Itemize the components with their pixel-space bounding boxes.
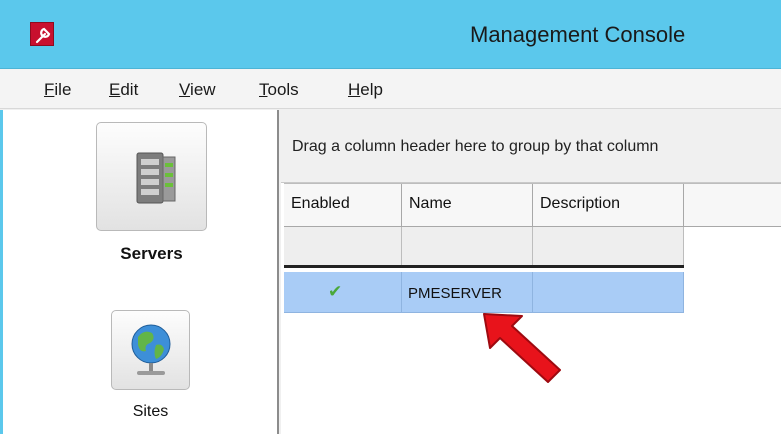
menu-file-accel: F [44,80,55,99]
grid-filter-row[interactable] [284,227,684,268]
menu-bar: File Edit View Tools Help [0,69,781,109]
server-name-cell[interactable]: PMESERVER [402,272,533,312]
window-title: Management Console [470,22,686,47]
group-by-hint: Drag a column header here to group by th… [292,138,659,155]
column-header-name[interactable]: Name [402,184,533,227]
group-by-panel[interactable]: Drag a column header here to group by th… [281,110,781,183]
menu-edit-label: dit [120,80,139,99]
server-icon [136,152,176,204]
menu-edit-accel: E [109,80,121,99]
menu-view[interactable]: View [178,80,217,100]
grid-header-row: Enabled Name Description [284,183,781,227]
column-header-description[interactable]: Description [533,184,684,227]
menu-edit[interactable]: Edit [108,80,139,100]
annotation-arrow-icon [483,313,561,383]
sidebar-item-sites[interactable] [111,310,190,390]
filter-cell-description[interactable] [533,227,684,265]
menu-help-label: elp [360,80,383,99]
menu-tools-label: ools [267,80,299,99]
globe-icon [131,324,171,375]
sidebar-label-sites: Sites [132,403,169,420]
menu-help[interactable]: Help [347,80,384,100]
menu-view-label: iew [190,80,216,99]
filter-cell-name[interactable] [402,227,533,265]
wrench-icon[interactable] [30,22,54,46]
menu-tools[interactable]: Tools [258,80,300,100]
navigation-sidebar: Servers Sites [0,110,279,434]
sidebar-item-servers[interactable] [96,122,207,231]
title-bar: Management Console [0,0,781,69]
menu-help-accel: H [348,80,361,99]
sidebar-label-servers: Servers [120,244,183,263]
menu-view-accel: V [179,80,191,99]
column-header-enabled[interactable]: Enabled [284,184,402,227]
checkmark-icon[interactable]: ✔ [284,272,402,312]
main-content: Drag a column header here to group by th… [281,110,781,434]
server-description-cell[interactable] [533,272,684,312]
menu-file-label: ile [54,80,72,99]
menu-file[interactable]: File [43,80,72,100]
filter-cell-enabled[interactable] [284,227,402,265]
menu-tools-accel: T [259,80,268,99]
table-row[interactable]: ✔ PMESERVER [284,272,684,313]
